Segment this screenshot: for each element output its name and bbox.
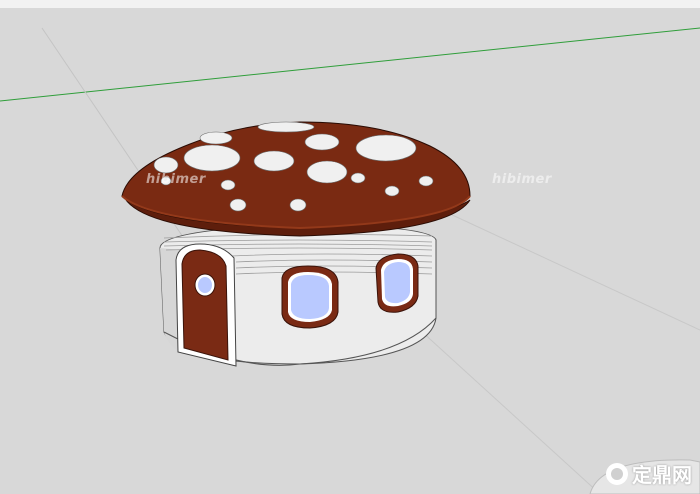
guide-line-right [419,199,700,331]
window-side-glass [384,262,410,304]
window-front-glass [291,275,329,319]
watermark-left: hibimer [146,172,206,187]
green-axis-line [0,27,700,102]
brand-logo: 定鼎网 [606,459,692,488]
scene-canvas[interactable] [0,0,700,494]
door-porthole-glass [198,277,212,293]
watermark-right: hibimer [492,172,552,187]
brand-text: 定鼎网 [632,463,692,487]
door[interactable] [181,249,229,361]
logo-circle-icon [606,462,628,485]
mushroom-house-model[interactable] [121,121,471,367]
model-viewport[interactable]: hibimer hibimer 定鼎网 [0,0,700,494]
guide-line-lower [419,329,601,494]
